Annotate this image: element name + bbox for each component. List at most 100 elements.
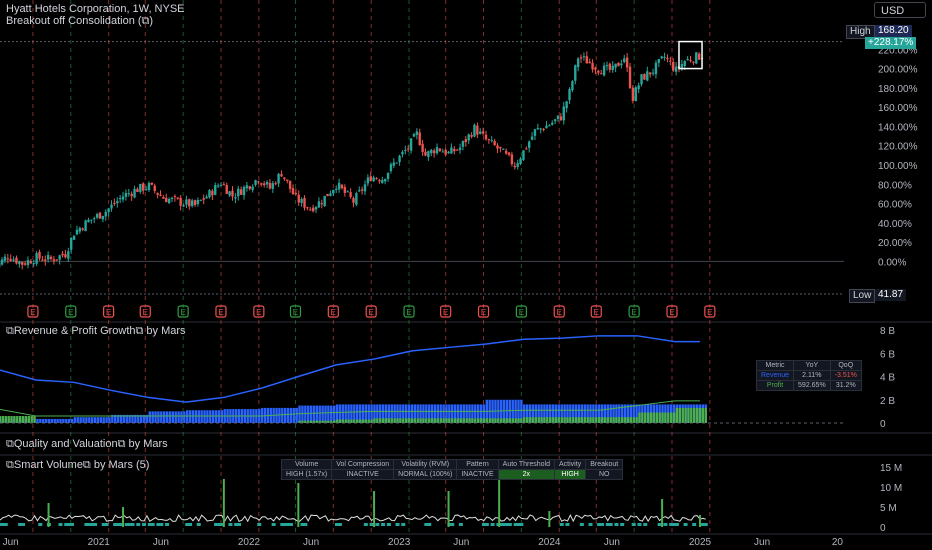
profit-bar	[419, 418, 422, 423]
candle-body	[251, 186, 254, 190]
revenue-bar	[36, 418, 39, 423]
profit-bar	[16, 416, 19, 423]
candle-body	[692, 61, 695, 63]
revenue-bar	[157, 411, 160, 423]
profit-bar	[474, 418, 477, 423]
candle-body	[12, 259, 15, 261]
vol-h-0: Volume	[280, 459, 333, 470]
candle-body	[594, 67, 597, 70]
earnings-marker-label: E	[218, 308, 223, 317]
candle-body	[41, 259, 44, 261]
time-axis-tick: Jun	[303, 537, 319, 548]
candle-body	[383, 178, 387, 182]
currency-select[interactable]: USD	[874, 2, 926, 18]
candle-body	[525, 148, 528, 150]
profit-bar	[595, 417, 598, 423]
profit-bar	[327, 420, 330, 423]
candle-body	[234, 197, 237, 199]
revenue-bar	[165, 411, 169, 423]
earnings-marker-label: E	[631, 308, 636, 317]
qv-pane-title[interactable]: ⧉Quality and Valuation⧉ by Mars	[6, 438, 168, 451]
profit-bar	[425, 418, 428, 423]
volume-dot	[703, 523, 708, 526]
candle-body	[343, 187, 347, 193]
candle-body	[565, 101, 568, 109]
indicator-name[interactable]: Breakout off Consolidation (⧉)	[6, 15, 153, 28]
profit-bar	[525, 417, 529, 423]
candle-body	[124, 193, 128, 197]
candle-body	[300, 199, 303, 203]
sv-pane-title[interactable]: ⧉Smart Volume⧉ by Mars (5)	[6, 459, 149, 472]
time-axis-tick: 2024	[538, 537, 561, 548]
profit-bar	[687, 407, 690, 423]
candle-body	[473, 124, 476, 137]
revenue-bar	[90, 417, 94, 423]
candle-body	[453, 148, 456, 152]
volume-spike-bar	[47, 503, 50, 527]
candle-body	[239, 189, 243, 195]
revenue-bar	[96, 417, 100, 423]
profit-bar	[347, 419, 350, 423]
revenue-bar	[44, 418, 48, 423]
chart-title: Hyatt Hotels Corporation, 1W, NYSE	[6, 3, 185, 15]
volume-dot	[93, 523, 98, 526]
volume-dot	[692, 523, 697, 526]
candle-body	[395, 162, 398, 164]
profit-bar	[661, 412, 664, 423]
candle-body	[274, 183, 277, 185]
candle-body	[309, 209, 312, 211]
candle-body	[254, 180, 257, 185]
candle-body	[142, 183, 145, 191]
candle-body	[237, 188, 240, 197]
profit-bar	[569, 417, 572, 423]
candle-body	[139, 183, 142, 192]
profit-bar	[468, 418, 471, 423]
candle-body	[640, 74, 643, 85]
profit-bar	[497, 418, 500, 423]
candle-body	[409, 138, 413, 151]
revenue-bar	[191, 410, 195, 423]
candle-body	[392, 162, 396, 166]
profit-bar	[384, 418, 388, 423]
candle-body	[683, 61, 686, 66]
candle-body	[277, 173, 280, 184]
volume-dot	[683, 523, 688, 526]
rp-pane-title[interactable]: ⧉Revenue & Profit Growth⧉ by Mars	[6, 325, 186, 338]
revenue-bar	[151, 411, 154, 423]
candle-body	[216, 185, 220, 187]
profit-bar	[580, 417, 584, 423]
candle-body	[539, 128, 542, 130]
profit-bar	[690, 407, 693, 423]
revenue-bar	[108, 417, 111, 423]
revenue-bar	[174, 411, 177, 423]
volume-dot	[600, 523, 605, 526]
revenue-bar	[73, 417, 77, 423]
earnings-marker-label: E	[557, 308, 562, 317]
profit-bar	[652, 412, 656, 423]
volume-dot	[395, 523, 400, 526]
candle-body	[507, 152, 511, 155]
volume-dot	[663, 523, 668, 526]
volume-dot	[507, 523, 512, 526]
rp-axis-tick: 4 B	[880, 373, 895, 384]
profit-bar	[462, 418, 465, 423]
earnings-marker-label: E	[180, 308, 185, 317]
volume-dot	[657, 523, 662, 526]
earnings-marker-label: E	[369, 308, 374, 317]
candle-body	[260, 183, 263, 185]
candle-body	[93, 218, 96, 220]
candle-body	[568, 89, 571, 101]
candle-body	[666, 57, 669, 60]
candle-body	[597, 70, 600, 73]
profit-bar	[358, 419, 362, 423]
candle-body	[556, 115, 560, 119]
revenue-bar	[315, 405, 319, 423]
candle-body	[464, 139, 468, 143]
volume-dot	[588, 523, 593, 526]
profit-bar	[399, 418, 402, 423]
candle-body	[84, 220, 87, 232]
candle-body	[611, 65, 614, 71]
candle-body	[320, 203, 323, 205]
revenue-bar	[183, 411, 186, 423]
candle-body	[46, 254, 50, 260]
